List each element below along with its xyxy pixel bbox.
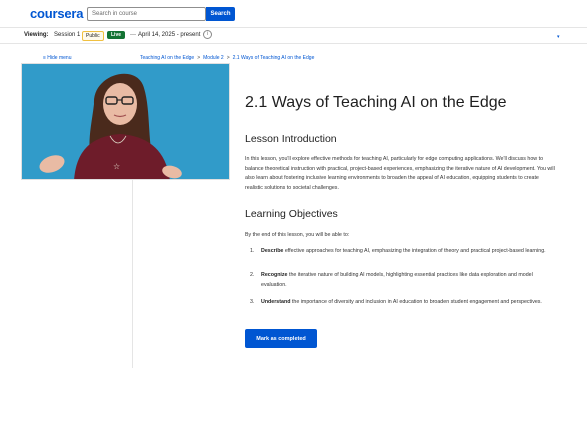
objective-text: Recognize the iterative nature of buildi… bbox=[261, 271, 549, 290]
objective-verb: Recognize bbox=[261, 272, 288, 278]
viewing-bar: Viewing: Session 1 Public Live — April 1… bbox=[0, 27, 587, 44]
objective-rest: the importance of diversity and inclusio… bbox=[290, 299, 542, 305]
search-input[interactable]: Search in course bbox=[87, 7, 206, 21]
breadcrumb-separator: > bbox=[226, 55, 230, 61]
objective-rest: effective approaches for teaching AI, em… bbox=[283, 248, 546, 254]
svg-text:☆: ☆ bbox=[113, 162, 120, 171]
objective-verb: Describe bbox=[261, 248, 284, 254]
breadcrumb-module[interactable]: Module 2 bbox=[203, 55, 224, 61]
top-header: coursera Search in course Search bbox=[0, 0, 587, 27]
breadcrumb: Teaching AI on the Edge > Module 2 >2.1 Way… bbox=[140, 55, 314, 61]
objectives-intro-text: By the end of this lesson, you will be a… bbox=[245, 232, 350, 238]
objective-number: 3. bbox=[250, 299, 255, 305]
objective-verb: Understand bbox=[261, 299, 291, 305]
search-button[interactable]: Search bbox=[206, 7, 235, 21]
info-icon[interactable]: i bbox=[203, 30, 212, 39]
instructor-video-frame: ☆ bbox=[22, 64, 229, 179]
hide-menu-button[interactable]: ≡ Hide menu bbox=[43, 55, 72, 61]
breadcrumb-lesson[interactable]: 2.1 Ways of Teaching AI on the Edge bbox=[233, 55, 315, 61]
objective-text: Understand the importance of diversity a… bbox=[261, 298, 549, 308]
objective-text: Describe effective approaches for teachi… bbox=[261, 247, 549, 257]
viewing-label: Viewing: bbox=[24, 32, 49, 38]
objective-rest: the iterative nature of building AI mode… bbox=[261, 272, 533, 288]
video-player[interactable]: ☆ bbox=[21, 63, 230, 180]
dash-separator: — bbox=[130, 32, 136, 38]
session-dates: April 14, 2025 - present bbox=[138, 32, 201, 38]
page-title: 2.1 Ways of Teaching AI on the Edge bbox=[245, 94, 507, 111]
breadcrumb-separator: > bbox=[197, 55, 201, 61]
breadcrumb-course[interactable]: Teaching AI on the Edge bbox=[140, 55, 194, 61]
sidebar-divider bbox=[132, 180, 133, 368]
live-badge: Live bbox=[107, 31, 126, 39]
public-badge: Public bbox=[82, 31, 104, 41]
objective-number: 1. bbox=[250, 248, 255, 254]
learning-objectives-heading: Learning Objectives bbox=[245, 208, 338, 220]
session-label: Session 1 bbox=[54, 32, 81, 38]
chevron-down-icon[interactable]: ▾ bbox=[557, 34, 560, 40]
coursera-logo[interactable]: coursera bbox=[30, 6, 84, 21]
lesson-intro-heading: Lesson Introduction bbox=[245, 133, 337, 145]
objective-number: 2. bbox=[250, 272, 255, 278]
lesson-intro-text: In this lesson, you'll explore effective… bbox=[245, 156, 555, 191]
mark-completed-button[interactable]: Mark as completed bbox=[245, 329, 317, 348]
